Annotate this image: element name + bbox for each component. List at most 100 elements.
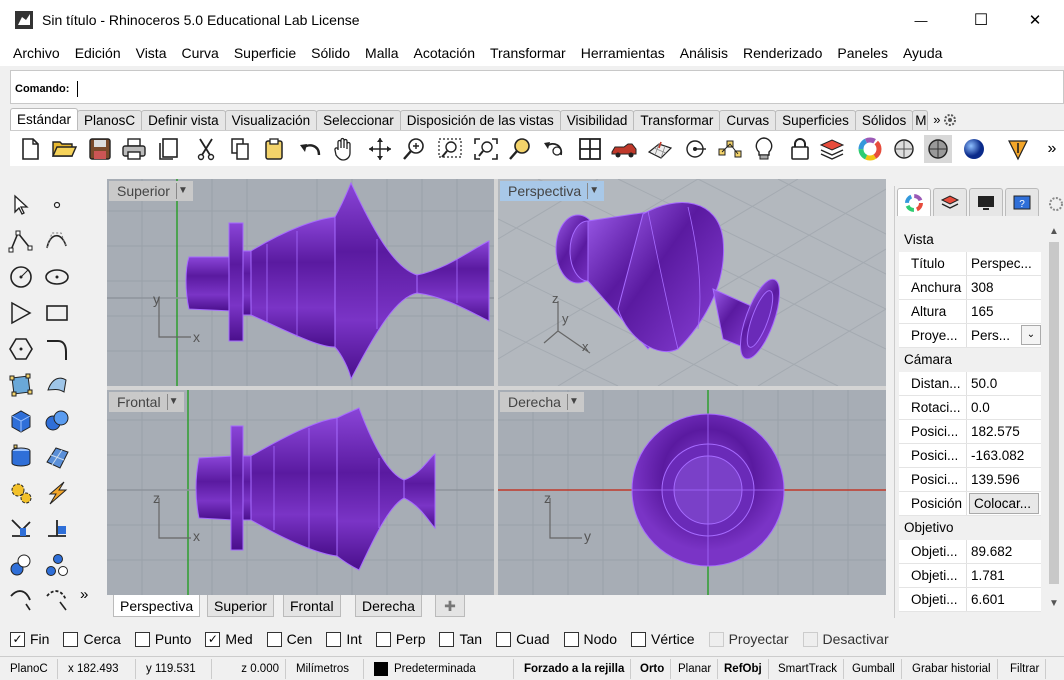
checkbox-icon[interactable]	[63, 631, 79, 647]
viewport-derecha[interactable]: z y Derecha ▼	[498, 390, 886, 595]
ellipse-tool[interactable]	[42, 262, 72, 292]
status-units[interactable]: Milímetros	[290, 659, 364, 679]
prop-value[interactable]: 139.596	[967, 468, 1041, 491]
osnap-5[interactable]: Int	[326, 631, 362, 647]
prop-value[interactable]: 50.0	[967, 372, 1041, 395]
checkbox-checked-icon[interactable]: ✓	[205, 631, 221, 647]
zoom-extents-button[interactable]	[472, 135, 500, 163]
fillet-tool[interactable]	[42, 334, 72, 364]
status-planar[interactable]: Planar	[672, 659, 719, 679]
shaded-button[interactable]	[890, 135, 918, 163]
tab-curvas[interactable]: Curvas	[719, 110, 777, 130]
boolean-tool[interactable]	[42, 406, 72, 436]
add-viewport-button[interactable]: ✚	[435, 595, 465, 617]
rendered-button[interactable]	[924, 135, 952, 163]
zoom-dynamic-button[interactable]	[400, 135, 428, 163]
select-points-button[interactable]	[716, 135, 744, 163]
tab-disposicion-vistas[interactable]: Disposición de las vistas	[399, 110, 561, 130]
save-button[interactable]	[86, 135, 114, 163]
checkbox-icon[interactable]	[439, 631, 455, 647]
dropdown-arrow-icon[interactable]: ▼	[566, 394, 580, 410]
status-cplane[interactable]: PlanoC	[4, 659, 58, 679]
pan-button[interactable]	[330, 135, 358, 163]
panel-tab-display[interactable]	[969, 188, 1003, 216]
panel-tab-help[interactable]: ?	[1005, 188, 1039, 216]
checkbox-icon[interactable]	[375, 631, 391, 647]
tab-seleccionar[interactable]: Seleccionar	[316, 110, 401, 130]
checkbox-checked-icon[interactable]: ✓	[10, 631, 25, 647]
status-grid-snap[interactable]: Forzado a la rejilla	[518, 659, 632, 679]
close-button[interactable]: ✕	[1012, 6, 1058, 34]
status-osnap[interactable]: RefObj	[718, 659, 769, 679]
menu-curva[interactable]: Curva	[174, 45, 226, 61]
checkbox-icon[interactable]	[631, 631, 646, 647]
projection-select[interactable]: Pers... ⌄	[967, 324, 1041, 347]
tab-solidos[interactable]: Sólidos	[854, 110, 914, 130]
osnap-11[interactable]: Proyectar	[708, 631, 789, 647]
analyze-tool[interactable]	[42, 478, 72, 508]
join-tool[interactable]	[42, 584, 72, 614]
checkbox-icon[interactable]	[563, 631, 579, 647]
menu-renderizado[interactable]: Renderizado	[736, 45, 830, 61]
circle-tool[interactable]	[6, 262, 36, 292]
rectangle-tool[interactable]	[42, 298, 72, 328]
tabs-more-icon[interactable]: »	[933, 110, 940, 130]
properties-scrollbar[interactable]: ▲ ▼	[1045, 224, 1063, 616]
menu-acotacion[interactable]: Acotación	[407, 45, 483, 61]
osnap-1[interactable]: Cerca	[63, 631, 121, 647]
tab-estandar[interactable]: Estándar	[10, 108, 79, 130]
dimension-tool[interactable]	[6, 514, 36, 544]
maximize-button[interactable]: ☐	[958, 6, 1004, 34]
osnap-2[interactable]: Punto	[134, 631, 191, 647]
menu-transformar[interactable]: Transformar	[483, 45, 574, 61]
select-tool[interactable]	[6, 190, 36, 220]
checkbox-icon[interactable]	[496, 631, 512, 647]
menu-edicion[interactable]: Edición	[68, 45, 129, 61]
status-smarttrack[interactable]: SmartTrack	[772, 659, 844, 679]
zoom-window-button[interactable]	[436, 135, 464, 163]
polygon-tool[interactable]	[6, 334, 36, 364]
rotate-view-button[interactable]	[366, 135, 394, 163]
open-button[interactable]	[50, 135, 78, 163]
vtab-perspectiva[interactable]: Perspectiva	[113, 595, 201, 617]
osnap-10[interactable]: Vértice	[631, 631, 695, 647]
surface-tool[interactable]	[6, 370, 36, 400]
prop-value[interactable]: 165	[967, 300, 1041, 323]
four-viewports-button[interactable]	[576, 135, 604, 163]
osnap-3[interactable]: ✓ Med	[205, 631, 253, 647]
minimize-button[interactable]: —	[898, 6, 944, 34]
status-history[interactable]: Grabar historial	[906, 659, 998, 679]
viewport-label-perspectiva[interactable]: Perspectiva ▼	[500, 181, 605, 201]
menu-ayuda[interactable]: Ayuda	[896, 45, 950, 61]
prop-value[interactable]: 89.682	[967, 540, 1041, 563]
tab-transformar[interactable]: Transformar	[633, 110, 721, 130]
osnap-4[interactable]: Cen	[266, 631, 312, 647]
menu-herramientas[interactable]: Herramientas	[574, 45, 673, 61]
dropdown-arrow-icon[interactable]: ▼	[175, 183, 189, 199]
prop-value[interactable]: 1.781	[967, 564, 1041, 587]
status-ortho[interactable]: Orto	[634, 659, 672, 679]
arc-tool[interactable]	[6, 298, 36, 328]
menu-analisis[interactable]: Análisis	[673, 45, 736, 61]
mesh-surface-tool[interactable]	[42, 442, 72, 472]
tab-mallas[interactable]: M	[912, 110, 929, 130]
osnap-12[interactable]: Desactivar	[802, 631, 889, 647]
dropdown-arrow-icon[interactable]: ▼	[587, 183, 600, 199]
cut-button[interactable]	[192, 135, 220, 163]
panel-tab-properties[interactable]	[897, 188, 931, 216]
scroll-down-icon[interactable]: ▼	[1049, 598, 1059, 609]
box-tool[interactable]	[6, 406, 36, 436]
checkbox-icon[interactable]	[134, 631, 150, 647]
chevron-down-icon[interactable]: ⌄	[1021, 325, 1041, 345]
viewport-label-superior[interactable]: Superior ▼	[109, 181, 193, 201]
options-button[interactable]	[1004, 135, 1032, 163]
tab-planosc[interactable]: PlanosC	[77, 110, 143, 130]
prop-value[interactable]: -163.082	[967, 444, 1041, 467]
group-tool[interactable]	[6, 550, 36, 580]
menu-vista[interactable]: Vista	[129, 45, 175, 61]
osnap-0[interactable]: ✓ Fin	[10, 631, 49, 647]
prop-value[interactable]: 182.575	[967, 420, 1041, 443]
place-button[interactable]: Colocar...	[969, 493, 1039, 514]
mesh-tool[interactable]	[6, 442, 36, 472]
cplane-button[interactable]	[646, 135, 674, 163]
